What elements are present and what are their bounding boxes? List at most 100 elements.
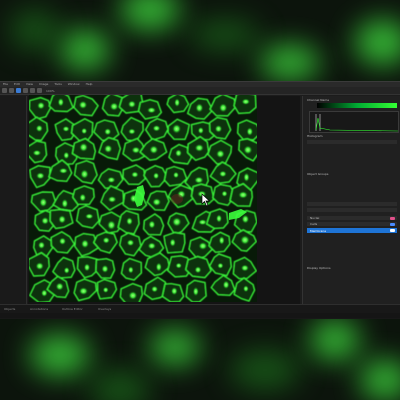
layer-color-swatch[interactable] <box>390 216 395 220</box>
cell-nucleus <box>102 236 110 244</box>
cell-nucleus <box>238 191 249 199</box>
cell-nucleus <box>215 149 225 159</box>
cell-nucleus <box>246 127 254 137</box>
toolbar: 100% <box>0 87 400 95</box>
panel-filter-row[interactable] <box>307 208 397 212</box>
cell-nucleus <box>128 128 136 135</box>
cell-nucleus <box>128 291 138 300</box>
cell-nucleus <box>127 266 134 274</box>
cell-nucleus <box>62 125 70 132</box>
layer-color-swatch[interactable] <box>390 222 395 226</box>
cell-nucleus <box>41 216 50 225</box>
cell-nucleus <box>152 124 161 132</box>
layer-label: Nuclei <box>310 216 320 220</box>
cell-nucleus <box>40 289 48 297</box>
cell-nucleus <box>155 262 162 272</box>
cell-nucleus <box>171 217 182 227</box>
cell-nucleus <box>171 123 182 134</box>
status-line <box>0 313 400 318</box>
cell-nucleus <box>126 239 135 247</box>
cell-nucleus <box>109 102 119 111</box>
cell-nucleus <box>174 98 181 108</box>
cell-nucleus <box>32 149 42 157</box>
cell-nucleus <box>218 235 225 245</box>
layer-color-swatch[interactable] <box>390 229 395 232</box>
cell-nucleus <box>242 285 249 293</box>
cell-nucleus <box>146 106 157 114</box>
zoom-tool-icon[interactable] <box>30 88 35 93</box>
cell-nucleus <box>149 145 159 155</box>
cell-nucleus <box>63 266 70 274</box>
cell-nucleus <box>217 262 224 269</box>
save-icon[interactable] <box>9 88 14 93</box>
cell-nucleus <box>39 197 48 208</box>
status-tab-annotations[interactable]: Annotations <box>30 307 48 311</box>
screenshot: File Edit View Image Tools Window Help 1… <box>0 0 400 400</box>
zoom-level[interactable]: 100% <box>46 89 55 93</box>
right-panel: Channel Name Histogram Object Groups Nuc… <box>302 96 400 304</box>
pan-tool-icon[interactable] <box>23 88 28 93</box>
cell-nucleus <box>79 142 89 152</box>
layer-label: Cells <box>310 222 318 226</box>
fluorescence-image[interactable] <box>29 95 257 302</box>
cell-nucleus <box>78 287 89 296</box>
cell-nucleus <box>192 286 199 297</box>
cell-nucleus <box>243 145 253 155</box>
cell-nucleus <box>152 198 162 207</box>
layer-row[interactable]: Cells <box>307 222 397 226</box>
histogram-controls[interactable] <box>307 140 397 144</box>
status-tab-outline[interactable]: Outline Editor <box>62 307 83 311</box>
cell-nucleus <box>174 149 183 158</box>
cell-nucleus <box>57 97 65 107</box>
cell-nucleus <box>36 101 46 110</box>
pointer-tool-icon[interactable] <box>16 88 21 93</box>
cell-nucleus <box>222 280 230 290</box>
cell-nucleus <box>147 242 157 250</box>
lut-gradient[interactable] <box>317 103 397 108</box>
cell-nucleus <box>240 264 250 272</box>
cell-nucleus <box>84 213 94 220</box>
left-panel <box>0 96 27 304</box>
cell-nucleus <box>103 144 113 154</box>
open-icon[interactable] <box>2 88 7 93</box>
cell-nucleus <box>194 176 204 184</box>
cell-nucleus <box>241 98 251 105</box>
cell-nucleus <box>151 285 159 293</box>
draw-tool-icon[interactable] <box>37 88 42 93</box>
cell-nucleus <box>104 128 112 136</box>
cell-nucleus <box>131 171 139 178</box>
cell-nucleus <box>35 172 45 180</box>
cell-nucleus <box>218 170 227 178</box>
histogram[interactable] <box>309 111 399 133</box>
cell-nucleus <box>240 235 250 245</box>
histogram-header: Histogram <box>307 134 323 138</box>
histogram-plot <box>315 114 399 132</box>
layer-row[interactable]: Nuclei <box>307 216 397 220</box>
cell-nucleus <box>197 126 204 135</box>
cell-nucleus <box>101 264 109 274</box>
cell-nucleus <box>126 217 133 226</box>
cell-nucleus <box>214 124 223 133</box>
cell-nucleus <box>107 195 117 203</box>
status-tab-objects[interactable]: Objects <box>4 307 15 311</box>
mouse-cursor-icon <box>201 193 211 207</box>
cell-nucleus <box>195 103 204 113</box>
cell-nucleus <box>83 263 91 272</box>
cell-nucleus <box>131 146 141 154</box>
cell-nucleus <box>127 100 137 109</box>
cell-nucleus <box>58 237 67 246</box>
cell-nucleus <box>152 172 160 180</box>
cell-nucleus <box>106 176 116 184</box>
cell-nucleus <box>63 151 70 160</box>
layer-label: Membrane <box>310 229 327 233</box>
cell-nucleus <box>194 266 202 274</box>
panel-tabs[interactable] <box>307 202 397 206</box>
cell-nucleus <box>170 286 178 296</box>
cell-nucleus <box>61 198 69 209</box>
object-header: Object Groups <box>307 172 329 176</box>
cell-nucleus <box>80 169 89 179</box>
cell-nucleus <box>198 219 208 226</box>
layer-row-selected[interactable]: Membrane <box>307 228 397 233</box>
status-tab-overlays[interactable]: Overlays <box>98 307 111 311</box>
cell-nucleus <box>106 220 116 231</box>
